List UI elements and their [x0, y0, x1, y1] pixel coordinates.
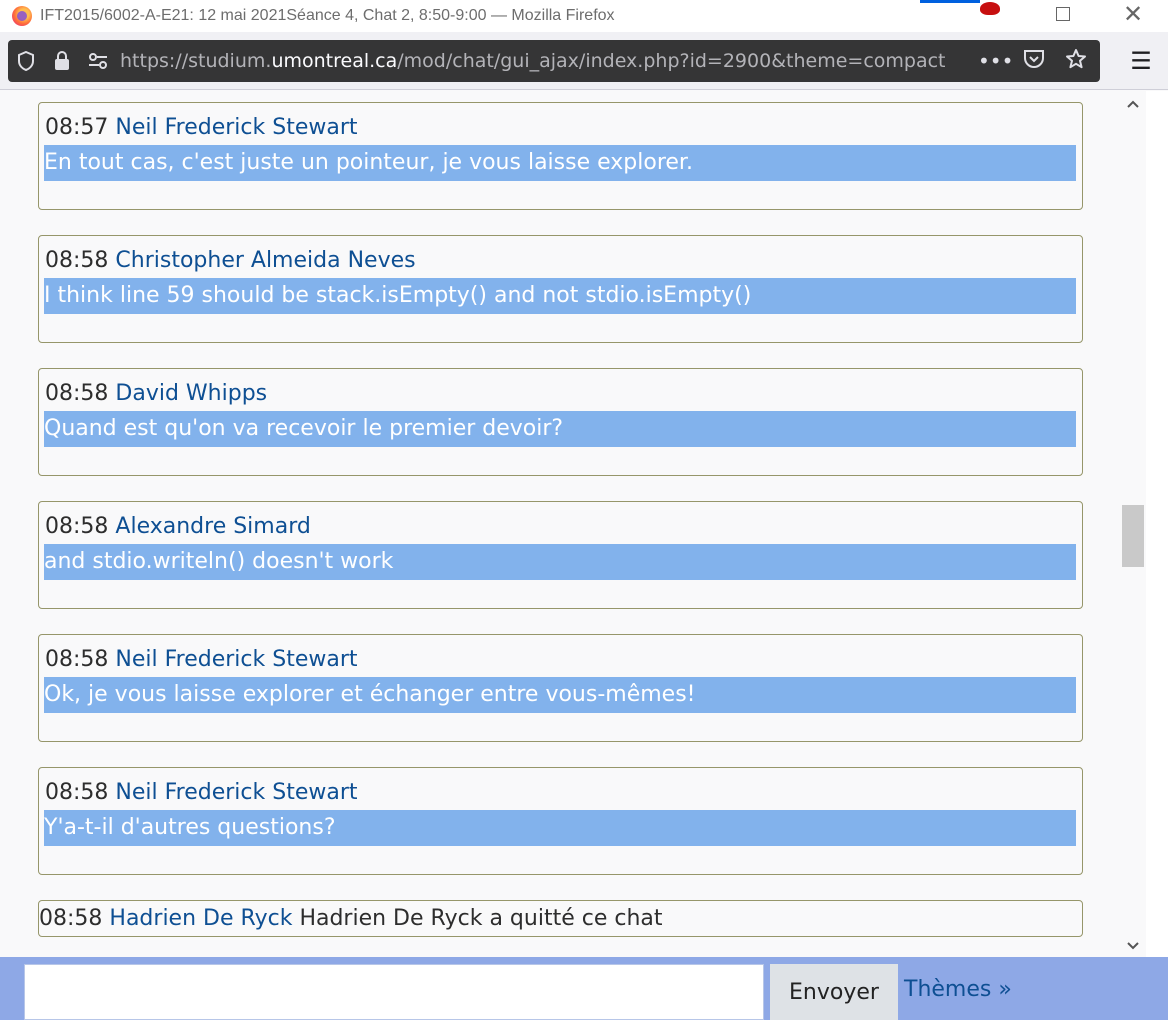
- system-message-user-link[interactable]: Hadrien De Ryck: [109, 906, 292, 931]
- message-header: 08:58 Neil Frederick Stewart: [45, 647, 358, 672]
- chat-messages-area: 08:57 Neil Frederick Stewart En tout cas…: [0, 91, 1120, 957]
- maximize-icon: [1056, 7, 1070, 21]
- url-bar[interactable]: https://studium.umontreal.ca/mod/chat/gu…: [8, 40, 1100, 82]
- message-text: and stdio.writeln() doesn't work: [44, 544, 1076, 580]
- page-right-gutter: [1146, 91, 1168, 957]
- lock-icon[interactable]: [44, 40, 80, 82]
- themes-link[interactable]: Thèmes »: [904, 977, 1012, 1002]
- message-header: 08:58 Neil Frederick Stewart: [45, 780, 358, 805]
- message-time: 08:58: [45, 381, 109, 406]
- hamburger-menu-icon[interactable]: ☰: [1124, 40, 1158, 82]
- message-user-link[interactable]: Neil Frederick Stewart: [115, 647, 357, 672]
- chat-input-bar: Envoyer Thèmes »: [0, 957, 1168, 1020]
- pocket-icon[interactable]: [1020, 49, 1048, 74]
- message-time: 08:58: [45, 780, 109, 805]
- titlebar-decoration: [920, 0, 980, 3]
- window-title: IFT2015/6002-A-E21: 12 mai 2021Séance 4,…: [40, 7, 615, 24]
- chat-message: 08:58 Neil Frederick Stewart Ok, je vous…: [38, 634, 1083, 742]
- more-actions-icon[interactable]: •••: [978, 49, 1013, 73]
- scroll-down-arrow-icon[interactable]: [1120, 935, 1146, 957]
- shield-icon[interactable]: [8, 40, 44, 82]
- message-user-link[interactable]: Neil Frederick Stewart: [115, 780, 357, 805]
- message-time: 08:58: [45, 514, 109, 539]
- system-message-text: Hadrien De Ryck a quitté ce chat: [299, 906, 663, 931]
- message-header: 08:58 Alexandre Simard: [45, 514, 311, 539]
- chat-message: 08:58 Alexandre Simard and stdio.writeln…: [38, 501, 1083, 609]
- navigation-bar: https://studium.umontreal.ca/mod/chat/gu…: [0, 32, 1168, 90]
- message-text: Y'a-t-il d'autres questions?: [44, 810, 1076, 846]
- firefox-logo-icon: [12, 6, 32, 26]
- message-header: 08:58 David Whipps: [45, 381, 267, 406]
- chat-message: 08:58 Christopher Almeida Neves I think …: [38, 235, 1083, 343]
- scrollbar-thumb[interactable]: [1122, 505, 1144, 567]
- message-header: 08:58 Christopher Almeida Neves: [45, 248, 416, 273]
- chat-message: 08:58 David Whipps Quand est qu'on va re…: [38, 368, 1083, 476]
- chat-message: 08:57 Neil Frederick Stewart En tout cas…: [38, 102, 1083, 210]
- chat-message-input[interactable]: [24, 964, 764, 1020]
- message-user-link[interactable]: Alexandre Simard: [115, 514, 310, 539]
- vertical-scrollbar[interactable]: [1120, 91, 1146, 957]
- url-prefix: https://studium.: [120, 50, 272, 72]
- permissions-icon[interactable]: [80, 40, 116, 82]
- close-icon: ✕: [1122, 0, 1144, 28]
- url-text[interactable]: https://studium.umontreal.ca/mod/chat/gu…: [120, 50, 946, 72]
- message-time: 08:57: [45, 115, 109, 140]
- message-user-link[interactable]: Neil Frederick Stewart: [115, 115, 357, 140]
- message-user-link[interactable]: Christopher Almeida Neves: [115, 248, 415, 273]
- message-time: 08:58: [45, 248, 109, 273]
- chat-message: 08:58 Neil Frederick Stewart Y'a-t-il d'…: [38, 767, 1083, 875]
- bookmark-star-icon[interactable]: [1062, 48, 1090, 75]
- url-actions: •••: [978, 40, 1090, 82]
- maximize-button[interactable]: [1040, 0, 1086, 28]
- system-message-time: 08:58: [39, 906, 103, 931]
- bug-icon: [980, 2, 1000, 15]
- send-button[interactable]: Envoyer: [770, 964, 898, 1020]
- message-header: 08:57 Neil Frederick Stewart: [45, 115, 358, 140]
- message-text: I think line 59 should be stack.isEmpty(…: [44, 278, 1076, 314]
- url-host: umontreal.ca: [271, 50, 398, 72]
- scroll-up-arrow-icon[interactable]: [1120, 93, 1146, 115]
- close-window-button[interactable]: ✕: [1110, 0, 1156, 28]
- window-titlebar: IFT2015/6002-A-E21: 12 mai 2021Séance 4,…: [0, 0, 1168, 32]
- url-path: /mod/chat/gui_ajax/index.php?id=2900&the…: [397, 50, 946, 72]
- system-message: 08:58 Hadrien De Ryck Hadrien De Ryck a …: [38, 900, 1083, 937]
- message-user-link[interactable]: David Whipps: [115, 381, 267, 406]
- message-time: 08:58: [45, 647, 109, 672]
- message-text: Ok, je vous laisse explorer et échanger …: [44, 677, 1076, 713]
- message-text: En tout cas, c'est juste un pointeur, je…: [44, 145, 1076, 181]
- message-text: Quand est qu'on va recevoir le premier d…: [44, 411, 1076, 447]
